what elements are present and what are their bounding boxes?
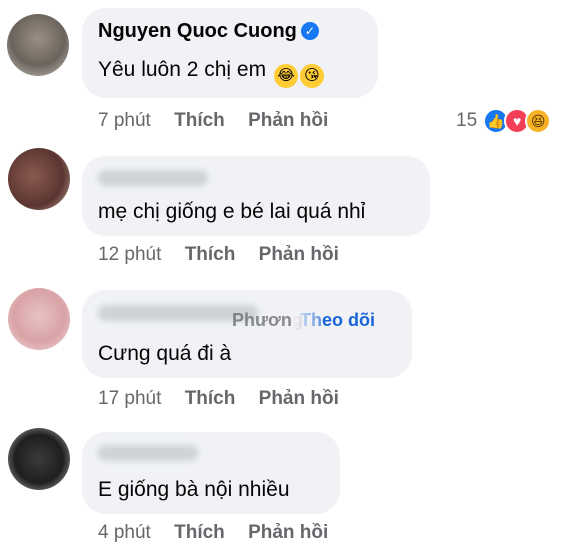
comment-time[interactable]: 7 phút (98, 110, 151, 131)
comment-actions: 4 phút Thích Phản hồi (98, 522, 328, 544)
avatar[interactable] (8, 288, 70, 350)
author-name[interactable]: Nguyen Quoc Cuong (98, 20, 297, 42)
avatar[interactable] (8, 428, 70, 490)
comment-time[interactable]: 12 phút (98, 244, 161, 265)
reply-button[interactable]: Phản hồi (248, 522, 328, 543)
blur-overlay (292, 306, 322, 334)
like-button[interactable]: Thích (174, 522, 225, 543)
reply-button[interactable]: Phản hồi (259, 388, 339, 409)
blurred-author-name (98, 445, 198, 461)
reaction-count[interactable]: 15 (456, 110, 477, 132)
kissing-face-icon: 😘 (299, 64, 324, 88)
avatar[interactable] (7, 14, 69, 76)
comment-text: E giống bà nội nhiều (98, 478, 290, 501)
like-button[interactable]: Thích (174, 110, 225, 131)
comment-text: Yêu luôn 2 chị em 😂 😘 (98, 58, 324, 88)
like-button[interactable]: Thích (185, 388, 236, 409)
reply-button[interactable]: Phản hồi (248, 110, 328, 131)
comment-actions: 7 phút Thích Phản hồi (98, 110, 328, 132)
reaction-summary[interactable]: 15 👍 ♥ 😆 (456, 108, 552, 134)
comment-text: mẹ chị giống e bé lai quá nhỉ (98, 200, 366, 223)
avatar[interactable] (8, 148, 70, 210)
comment-author[interactable]: Nguyen Quoc Cuong ✓ (98, 20, 319, 43)
comment-actions: 17 phút Thích Phản hồi (98, 388, 339, 410)
like-button[interactable]: Thích (185, 244, 236, 265)
comment-time[interactable]: 17 phút (98, 388, 161, 409)
comment-time[interactable]: 4 phút (98, 522, 151, 543)
verified-badge-icon: ✓ (300, 22, 319, 40)
reply-button[interactable]: Phản hồi (259, 244, 339, 265)
laughing-face-icon: 😂 (273, 64, 298, 88)
blurred-author-name (98, 170, 208, 186)
comment-text-body: Yêu luôn 2 chị em (98, 58, 267, 81)
comment-bubble (82, 156, 430, 236)
comment-text: Cưng quá đi à (98, 342, 232, 365)
comment-actions: 12 phút Thích Phản hồi (98, 244, 339, 266)
haha-icon: 😆 (525, 108, 552, 134)
